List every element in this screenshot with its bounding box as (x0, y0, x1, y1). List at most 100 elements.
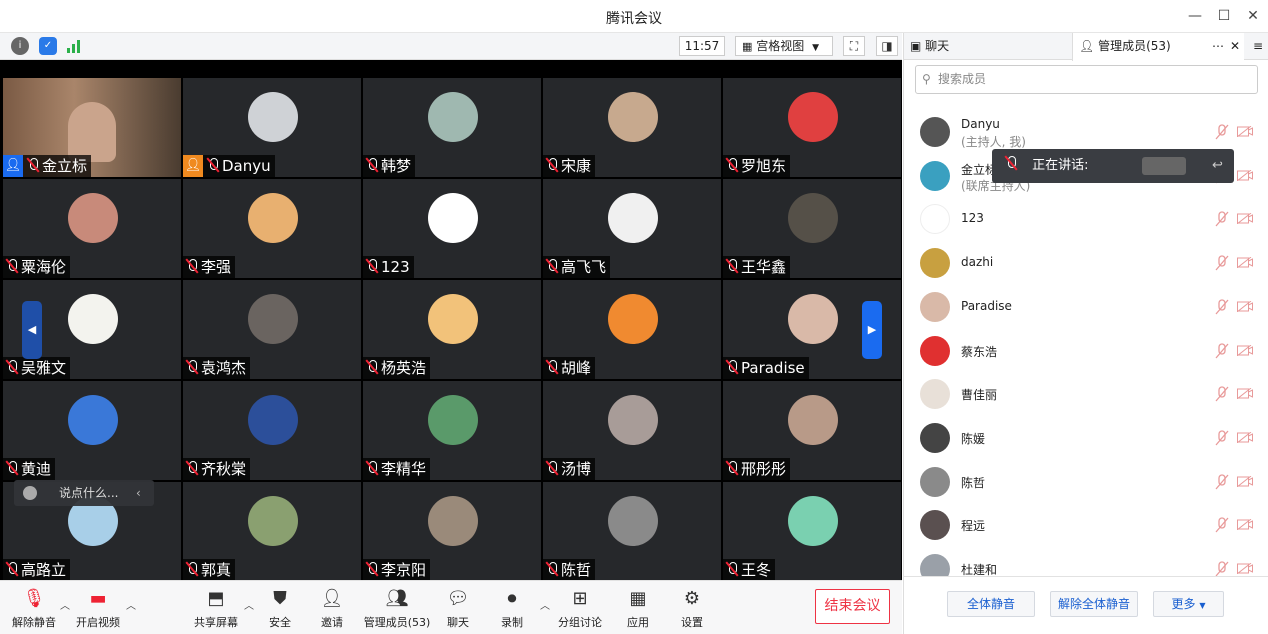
emoji-icon[interactable] (23, 486, 37, 500)
member-row[interactable]: Paradise (904, 286, 1268, 330)
participant-tile[interactable]: 李强 (183, 179, 361, 278)
video-options-icon[interactable]: ︿ (126, 597, 136, 612)
member-search-input[interactable]: ⚲ 搜索成员 (915, 65, 1258, 94)
participant-tile[interactable]: 杨英浩 (363, 280, 541, 379)
member-camera-off-icon[interactable] (1236, 344, 1253, 356)
share-screen-button[interactable]: ⬒ 共享屏幕 (186, 587, 246, 630)
start-video-button[interactable]: ▬ 开启视频 (68, 587, 128, 630)
invite-button[interactable]: 👤︎ 邀请 (302, 587, 362, 630)
close-tab-icon[interactable]: ✕ (1230, 33, 1240, 60)
participant-tile[interactable]: 罗旭东 (723, 78, 901, 177)
member-row[interactable]: 蔡东浩 (904, 330, 1268, 374)
sidebar-toggle-icon[interactable]: ◨ (876, 36, 898, 56)
member-mic-muted-icon[interactable] (1215, 124, 1229, 140)
unmute-button[interactable]: 🎙︎ 解除静音 (4, 587, 64, 630)
member-camera-off-icon[interactable] (1236, 169, 1253, 182)
avatar (68, 193, 118, 243)
participant-tile[interactable]: 李精华 (363, 381, 541, 480)
member-mic-muted-icon[interactable] (1215, 211, 1229, 227)
participant-tile[interactable]: 李京阳 (363, 482, 541, 581)
more-options-icon[interactable]: ⋯ (1212, 33, 1224, 60)
mic-muted-icon (185, 359, 199, 375)
participant-tile[interactable]: 陈哲 (543, 482, 721, 581)
member-mic-muted-icon[interactable] (1215, 517, 1229, 533)
record-button[interactable]: ⏺︎ 录制 (482, 587, 542, 630)
participant-tile[interactable]: 👤︎ 金立标 (3, 78, 181, 177)
participant-tile[interactable]: 齐秋棠 (183, 381, 361, 480)
participant-name: 胡峰 (561, 359, 592, 377)
close-icon[interactable]: ✕ (1243, 6, 1263, 26)
avatar (788, 496, 838, 546)
member-mic-muted-icon[interactable] (1215, 473, 1229, 490)
participant-tile[interactable]: 黄迪 (3, 381, 181, 480)
member-mic-muted-icon[interactable] (1215, 430, 1229, 446)
menu-icon[interactable]: ≡ (1247, 33, 1268, 60)
view-mode-select[interactable]: ▦ 宫格视图 ▼ (735, 36, 833, 56)
tab-members[interactable]: 👤︎ 管理成员(53) ⋯ ✕ (1072, 33, 1244, 61)
member-camera-off-icon[interactable] (1236, 431, 1253, 444)
participant-name-bar: 👤︎ 金立标 (3, 155, 92, 177)
info-icon[interactable]: i (11, 37, 29, 55)
member-camera-off-icon[interactable] (1236, 300, 1253, 313)
participant-tile[interactable]: 高飞飞 (543, 179, 721, 278)
member-camera-off-icon[interactable] (1236, 212, 1253, 225)
member-mic-muted-icon[interactable] (1215, 342, 1229, 359)
manage-members-button[interactable]: 👥︎ 管理成员(53) (362, 587, 432, 630)
member-row[interactable]: 123 (904, 198, 1268, 242)
member-camera-off-icon[interactable] (1236, 518, 1253, 531)
member-row[interactable]: 陈哲 (904, 461, 1268, 505)
member-mic-muted-icon[interactable] (1215, 299, 1229, 315)
participant-tile[interactable]: 宋康 (543, 78, 721, 177)
end-meeting-button[interactable]: 结束会议 (815, 589, 890, 624)
next-page-icon[interactable]: ▶ (862, 301, 882, 359)
participant-tile[interactable]: 汤博 (543, 381, 721, 480)
participant-tile[interactable]: 王冬 (723, 482, 901, 581)
collapse-icon[interactable]: ‹ (136, 480, 141, 506)
signal-icon[interactable] (67, 39, 83, 53)
shield-icon[interactable]: ✓ (39, 37, 57, 55)
member-camera-off-icon[interactable] (1236, 475, 1253, 487)
settings-button[interactable]: ⚙ 设置 (662, 587, 722, 630)
member-row[interactable]: 程远 (904, 504, 1268, 548)
minimize-icon[interactable]: — (1185, 6, 1205, 26)
quick-chat-input[interactable]: 说点什么... ‹ (14, 480, 154, 506)
member-mic-muted-icon[interactable] (1215, 561, 1229, 577)
participant-tile[interactable]: 袁鸿杰 (183, 280, 361, 379)
avatar (608, 395, 658, 445)
unmute-all-button[interactable]: 解除全体静音 (1050, 591, 1138, 617)
member-mic-muted-icon[interactable] (1215, 255, 1229, 271)
participant-tile[interactable]: 胡峰 (543, 280, 721, 379)
host-icon: 👤︎ (183, 155, 203, 177)
member-row[interactable]: dazhi (904, 242, 1268, 286)
record-options-icon[interactable]: ︿ (540, 597, 550, 612)
participant-tile[interactable]: 粟海伦 (3, 179, 181, 278)
tab-chat[interactable]: ▣ 聊天 (904, 33, 1072, 60)
participant-tile[interactable]: 123 (363, 179, 541, 278)
member-camera-off-icon[interactable] (1236, 387, 1253, 400)
participant-tile[interactable]: 韩梦 (363, 78, 541, 177)
member-row[interactable]: 陈媛 (904, 417, 1268, 461)
mute-all-button[interactable]: 全体静音 (947, 591, 1035, 617)
chat-button[interactable]: 💬︎ 聊天 (428, 587, 488, 630)
participant-name-bar: 罗旭东 (723, 155, 791, 177)
reply-icon[interactable]: ↩ (1212, 149, 1223, 183)
participant-tile[interactable]: 👤︎ Danyu (183, 78, 361, 177)
prev-page-icon[interactable]: ◀ (22, 301, 42, 359)
record-icon: ⏺︎ (507, 588, 517, 609)
more-button[interactable]: 更多 ▼ (1153, 591, 1224, 617)
member-camera-off-icon[interactable] (1236, 125, 1253, 138)
participant-tile[interactable]: 邢彤彤 (723, 381, 901, 480)
member-mic-muted-icon[interactable] (1215, 386, 1229, 402)
maximize-icon[interactable]: ☐ (1214, 6, 1234, 26)
member-row[interactable]: 曹佳丽 (904, 373, 1268, 417)
member-camera-off-icon[interactable] (1236, 562, 1253, 575)
breakout-button[interactable]: ⊞ 分组讨论 (550, 587, 610, 630)
member-camera-off-icon[interactable] (1236, 256, 1253, 269)
breakout-label: 分组讨论 (558, 616, 602, 629)
apps-button[interactable]: ▦ 应用 (608, 587, 668, 630)
fullscreen-icon[interactable]: ⛶ (843, 36, 865, 56)
participant-tile[interactable]: 郭真 (183, 482, 361, 581)
members-icon: 👥︎ (385, 588, 409, 609)
participant-tile[interactable]: 王华鑫 (723, 179, 901, 278)
security-button[interactable]: ⛊ 安全 (250, 587, 310, 630)
